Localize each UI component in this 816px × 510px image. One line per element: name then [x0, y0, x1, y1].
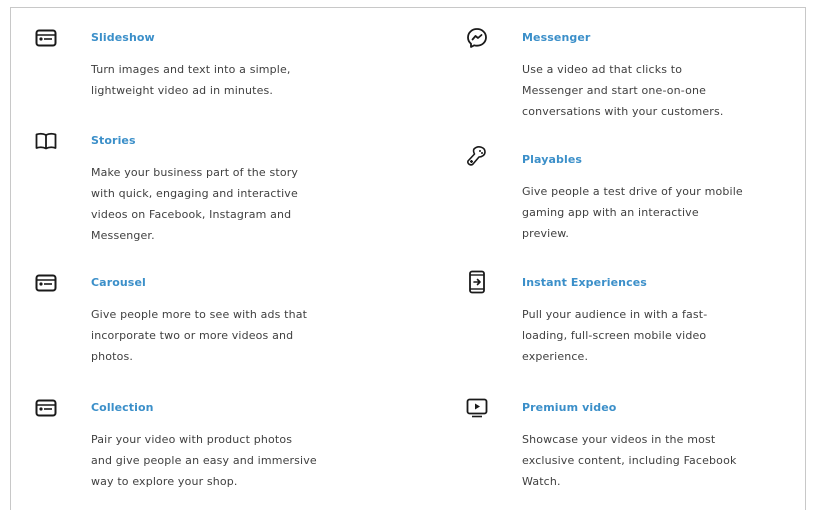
ad-format-collection: Collection Pair your video with product … — [35, 399, 391, 492]
description-line: gaming app with an interactive — [522, 206, 699, 219]
description-line: way to explore your shop. — [91, 475, 238, 488]
ad-format-title[interactable]: Instant Experiences — [522, 276, 816, 290]
description-line: conversations with your customers. — [522, 105, 724, 118]
ad-format-slideshow: Slideshow Turn images and text into a si… — [35, 29, 391, 101]
ad-format-title[interactable]: Slideshow — [91, 31, 391, 45]
book-icon — [34, 130, 58, 152]
ad-format-title[interactable]: Carousel — [91, 276, 391, 290]
ad-format-description: Showcase your videos in the most exclusi… — [522, 429, 816, 492]
description-line: with quick, engaging and interactive — [91, 187, 298, 200]
mobile-phone-icon — [465, 270, 489, 294]
ad-format-description: Give people more to see with ads that in… — [91, 304, 391, 367]
frame-left-border — [10, 7, 11, 510]
description-line: Messenger. — [91, 229, 155, 242]
ad-format-description: Pair your video with product photos and … — [91, 429, 391, 492]
ad-format-description: Use a video ad that clicks to Messenger … — [522, 59, 816, 122]
ad-format-title[interactable]: Premium video — [522, 401, 816, 415]
ad-format-premium-video: Premium video Showcase your videos in th… — [466, 398, 816, 492]
collection-icon — [34, 397, 58, 419]
messenger-icon — [465, 27, 489, 49]
description-line: Messenger and start one-on-one — [522, 84, 707, 97]
description-line: Pair your video with product photos — [91, 433, 293, 446]
description-line: Watch. — [522, 475, 561, 488]
ad-format-instant-experiences: Instant Experiences Pull your audience i… — [469, 270, 816, 367]
description-line: Turn images and text into a simple, — [91, 63, 291, 76]
ad-format-title[interactable]: Playables — [522, 153, 816, 167]
ad-format-description: Pull your audience in with a fast- loadi… — [522, 304, 816, 367]
ad-format-messenger: Messenger Use a video ad that clicks to … — [467, 28, 816, 122]
description-line: Make your business part of the story — [91, 166, 299, 179]
ad-format-description: Turn images and text into a simple, ligh… — [91, 59, 391, 101]
ad-format-description: Make your business part of the story wit… — [91, 162, 391, 246]
ad-format-playables: Playables Give people a test drive of yo… — [467, 146, 816, 244]
description-line: exclusive content, including Facebook — [522, 454, 737, 467]
slideshow-icon — [34, 27, 58, 49]
description-line: experience. — [522, 350, 589, 363]
ad-format-description: Give people a test drive of your mobile … — [522, 181, 816, 244]
ad-format-title[interactable]: Collection — [91, 401, 391, 415]
description-line: Pull your audience in with a fast- — [522, 308, 708, 321]
description-line: loading, full-screen mobile video — [522, 329, 707, 342]
description-line: photos. — [91, 350, 134, 363]
carousel-icon — [34, 272, 58, 294]
ad-format-title[interactable]: Messenger — [522, 31, 816, 45]
ad-format-carousel: Carousel Give people more to see with ad… — [35, 274, 391, 367]
description-line: Use a video ad that clicks to — [522, 63, 683, 76]
game-controller-icon — [465, 145, 489, 167]
ad-format-stories: Stories Make your business part of the s… — [35, 132, 391, 246]
ad-format-title[interactable]: Stories — [91, 134, 391, 148]
description-line: Give people a test drive of your mobile — [522, 185, 743, 198]
description-line: incorporate two or more videos and — [91, 329, 294, 342]
description-line: videos on Facebook, Instagram and — [91, 208, 292, 221]
description-line: preview. — [522, 227, 570, 240]
description-line: and give people an easy and immersive — [91, 454, 317, 467]
description-line: Give people more to see with ads that — [91, 308, 308, 321]
description-line: Showcase your videos in the most — [522, 433, 716, 446]
play-screen-icon — [465, 397, 489, 419]
frame-top-border — [10, 7, 806, 8]
description-line: lightweight video ad in minutes. — [91, 84, 274, 97]
